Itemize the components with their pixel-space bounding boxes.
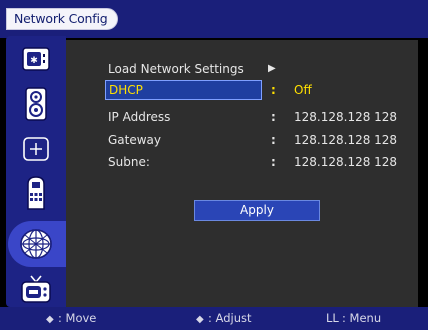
adjust-hint: : Adjust <box>208 311 252 325</box>
load-network-settings-label: Load Network Settings <box>108 62 244 76</box>
dhcp-row-selected[interactable]: DHCP <box>105 80 262 100</box>
subnet-value[interactable]: 128.128.128 128 <box>294 153 397 171</box>
dhcp-label: DHCP <box>109 83 143 97</box>
dhcp-value[interactable]: Off <box>294 81 312 99</box>
subnet-separator: : <box>271 155 276 169</box>
sidebar-item-position[interactable] <box>6 129 66 169</box>
sidebar-item-audio[interactable] <box>6 84 66 124</box>
menu-icon: LL <box>326 311 339 325</box>
top-bar: Network Config <box>0 0 428 38</box>
menu-hint: : Menu <box>342 311 382 325</box>
ip-address-separator: : <box>271 110 276 124</box>
device-remote-icon <box>27 176 45 210</box>
network-config-panel: Load Network Settings ▶ DHCP : Off IP Ad… <box>66 40 418 307</box>
dhcp-separator: : <box>271 83 276 97</box>
ip-address-label: IP Address <box>108 110 171 124</box>
speaker-icon <box>25 87 47 121</box>
sidebar-item-network[interactable] <box>6 224 66 264</box>
load-network-settings-item[interactable]: Load Network Settings <box>108 60 244 78</box>
move-icon: ◆ <box>46 314 54 325</box>
network-globe-icon <box>20 229 52 259</box>
page-title: Network Config <box>6 8 119 30</box>
gateway-label: Gateway <box>108 133 162 147</box>
crosshair-icon <box>23 137 49 161</box>
tv-icon <box>21 275 51 303</box>
subnet-label: Subne: <box>108 155 150 169</box>
gateway-value[interactable]: 128.128.128 128 <box>294 131 397 149</box>
adjust-icon: ◆ <box>196 314 204 325</box>
ip-address-value[interactable]: 128.128.128 128 <box>294 108 397 126</box>
sidebar-item-device[interactable] <box>6 173 66 213</box>
apply-button[interactable]: Apply <box>194 200 320 221</box>
bottom-hint-bar: ◆ : Move ◆ : Adjust LL : Menu <box>0 307 428 330</box>
display-settings-icon: ✱ <box>22 47 50 71</box>
gateway-separator: : <box>271 133 276 147</box>
move-hint: : Move <box>58 311 97 325</box>
sidebar-item-display[interactable]: ✱ <box>6 39 66 79</box>
sidebar: ✱ <box>6 36 68 309</box>
svg-text:✱: ✱ <box>30 56 38 66</box>
submenu-arrow-icon: ▶ <box>268 63 276 74</box>
sidebar-item-tv[interactable] <box>6 269 66 309</box>
